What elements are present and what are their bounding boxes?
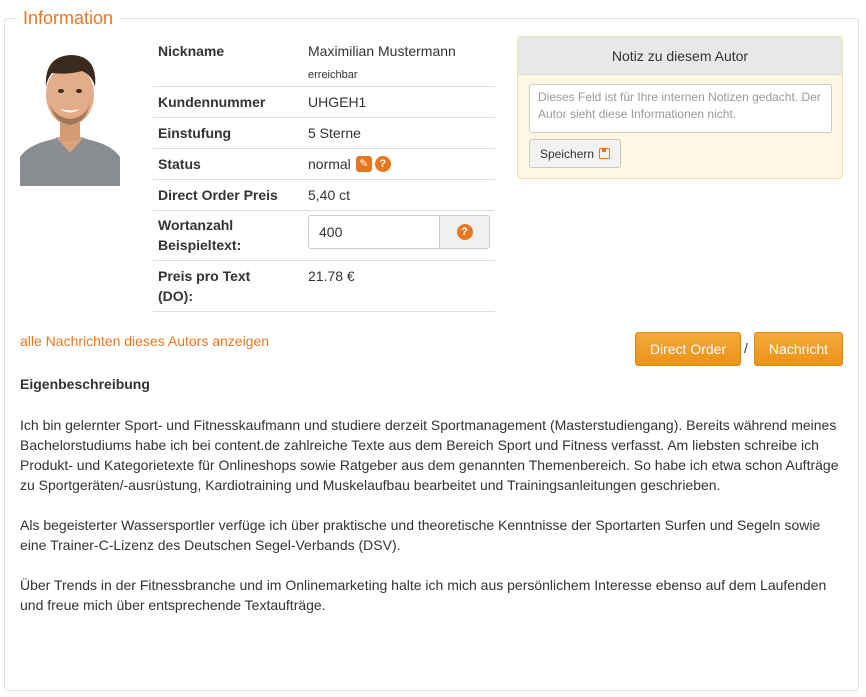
author-note-panel: Notiz zu diesem Autor Speichern bbox=[517, 36, 843, 179]
word-count-label-line2: Beispieltext: bbox=[158, 237, 242, 253]
question-icon: ? bbox=[456, 224, 473, 240]
description-text: Ich bin gelernter Sport- und Fitnesskauf… bbox=[20, 415, 840, 635]
row-customer-number: Kundennummer UHGEH1 bbox=[153, 87, 495, 118]
word-count-label-line1: Wortanzahl bbox=[158, 217, 234, 233]
author-info-table: Nickname Maximilian Mustermann erreichba… bbox=[153, 35, 495, 312]
availability-status: erreichbar bbox=[308, 69, 358, 81]
price-per-text-label-line2: (DO): bbox=[158, 288, 193, 304]
status-value: normal bbox=[308, 156, 351, 172]
avatar-photo bbox=[20, 45, 120, 186]
author-avatar bbox=[20, 45, 120, 186]
word-count-input-group: ? bbox=[308, 215, 490, 249]
all-messages-link[interactable]: alle Nachrichten dieses Autors anzeigen bbox=[20, 333, 269, 349]
description-paragraph: Ich bin gelernter Sport- und Fitnesskauf… bbox=[20, 417, 839, 493]
row-direct-order-price: Direct Order Preis 5,40 ct bbox=[153, 180, 495, 211]
price-per-text-value: 21.78 € bbox=[308, 268, 355, 284]
floppy-disk-icon bbox=[599, 148, 611, 159]
note-title: Notiz zu diesem Autor bbox=[518, 37, 842, 75]
message-button[interactable]: Nachricht bbox=[754, 332, 843, 366]
button-separator: / bbox=[744, 340, 748, 356]
row-price-per-text: Preis pro Text (DO): 21.78 € bbox=[153, 261, 495, 312]
row-status: Status normal ✎ ? bbox=[153, 149, 495, 180]
customer-number-label: Kundennummer bbox=[158, 94, 266, 110]
word-count-input[interactable] bbox=[309, 216, 439, 248]
direct-order-button[interactable]: Direct Order bbox=[635, 332, 741, 366]
description-title: Eigenbeschreibung bbox=[20, 376, 150, 392]
nickname-value: Maximilian Mustermann bbox=[308, 43, 456, 59]
save-label: Speichern bbox=[540, 146, 595, 161]
price-per-text-label-line1: Preis pro Text bbox=[158, 268, 251, 284]
word-count-help-button[interactable]: ? bbox=[439, 216, 489, 248]
direct-order-price-value: 5,40 ct bbox=[308, 187, 351, 203]
row-rating: Einstufung 5 Sterne bbox=[153, 118, 495, 149]
row-word-count: Wortanzahl Beispieltext: ? bbox=[153, 211, 495, 261]
section-legend: Information bbox=[16, 7, 121, 29]
word-count-label: Wortanzahl Beispieltext: bbox=[158, 215, 241, 255]
customer-number-value: UHGEH1 bbox=[308, 94, 367, 110]
status-label: Status bbox=[158, 156, 201, 172]
rating-value: 5 Sterne bbox=[308, 125, 361, 141]
status-value-group: normal ✎ ? bbox=[308, 154, 391, 174]
description-paragraph: Über Trends in der Fitnessbranche und im… bbox=[20, 577, 827, 613]
save-note-button[interactable]: Speichern bbox=[529, 139, 622, 168]
rating-label: Einstufung bbox=[158, 125, 232, 141]
row-nickname: Nickname Maximilian Mustermann erreichba… bbox=[153, 35, 495, 87]
direct-order-price-label: Direct Order Preis bbox=[158, 187, 278, 203]
note-textarea[interactable] bbox=[529, 84, 832, 133]
pencil-icon[interactable]: ✎ bbox=[355, 156, 372, 172]
nickname-label: Nickname bbox=[158, 43, 225, 59]
question-icon[interactable]: ? bbox=[374, 156, 391, 172]
description-paragraph: Als begeisterter Wassersportler verfüge … bbox=[20, 517, 821, 553]
price-per-text-label: Preis pro Text (DO): bbox=[158, 266, 250, 306]
